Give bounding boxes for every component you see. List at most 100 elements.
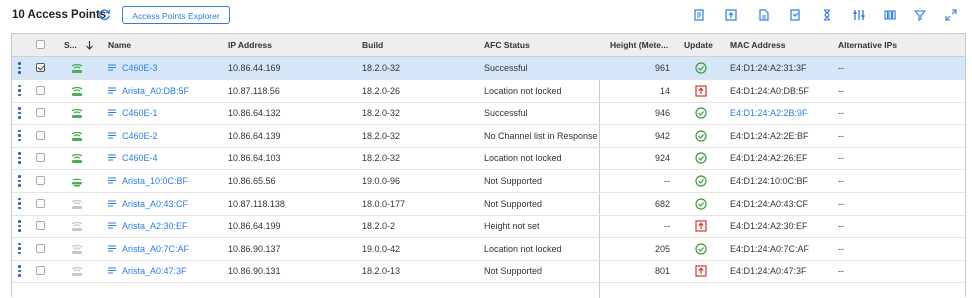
header-height[interactable]: Height (Mete... <box>610 34 668 56</box>
list-icon[interactable] <box>108 64 116 71</box>
table-row[interactable]: C460E-4 10.86.64.103 18.2.0-32 Location not… <box>12 147 965 171</box>
list-icon[interactable] <box>108 87 116 94</box>
ap-name-link[interactable]: Arista_A0:7C:AF <box>122 238 189 260</box>
header-status[interactable]: S... <box>64 34 77 56</box>
build: 18.2.0-32 <box>362 130 401 141</box>
row-menu-icon[interactable] <box>18 220 21 232</box>
table-row[interactable]: Arista_A0:47:3F 10.86.90.131 18.2.0-13 Not … <box>12 260 965 284</box>
row-checkbox[interactable] <box>36 63 45 72</box>
header-alt-ips[interactable]: Alternative IPs <box>838 34 897 56</box>
row-menu-icon[interactable] <box>18 197 21 210</box>
list-icon[interactable] <box>108 267 116 274</box>
list-icon[interactable] <box>108 200 116 207</box>
list-icon[interactable] <box>108 222 116 229</box>
mac-address: E4:D1:24:A2:26:EF <box>730 153 808 164</box>
upload-icon[interactable] <box>724 8 738 22</box>
header-ip[interactable]: IP Address <box>228 34 272 56</box>
list-icon[interactable] <box>108 109 116 116</box>
row-menu-icon[interactable] <box>18 152 21 164</box>
height: 14 <box>659 85 670 96</box>
ap-name-link[interactable]: Arista_A0:DB:5F <box>122 80 189 102</box>
row-checkbox[interactable] <box>36 130 45 140</box>
table-row[interactable]: Arista_A2:30:EF 10.86.64.199 18.2.0-2 Heigh… <box>12 215 965 239</box>
row-checkbox[interactable] <box>36 221 45 231</box>
upgrade-available-icon[interactable] <box>695 84 707 97</box>
list-icon[interactable] <box>108 132 116 139</box>
height: 961 <box>654 63 670 73</box>
ap-name-link[interactable]: C460E-2 <box>122 125 158 147</box>
up-to-date-icon <box>695 62 707 74</box>
mac-address: E4:D1:24:A2:2E:BF <box>730 130 809 141</box>
row-menu-icon[interactable] <box>18 107 21 119</box>
ap-name-link[interactable]: Arista_A0:47:3F <box>122 260 187 282</box>
alternative-ips: -- <box>838 176 844 186</box>
expand-icon[interactable] <box>944 8 958 22</box>
table-row[interactable]: Arista_A0:7C:AF 10.86.90.137 19.0.0-42 Loca… <box>12 238 965 261</box>
table-row[interactable]: C460E-1 10.86.64.132 18.2.0-32 Successful 94… <box>12 102 965 126</box>
top-bar: 10 Access Points Access Points Explorer <box>0 0 972 30</box>
row-menu-icon[interactable] <box>18 129 21 142</box>
row-menu-icon[interactable] <box>18 175 21 187</box>
up-to-date-icon <box>695 107 707 119</box>
afc-status: Not Supported <box>484 176 543 186</box>
up-to-date-icon <box>695 243 707 255</box>
select-all-checkbox[interactable] <box>36 40 45 49</box>
ap-name-link[interactable]: Arista_A0:43:CF <box>122 193 188 215</box>
alternative-ips: -- <box>838 266 844 277</box>
table-row[interactable]: C460E-3 10.86.44.169 18.2.0-32 Successful 96… <box>12 57 965 80</box>
access-points-explorer-button[interactable]: Access Points Explorer <box>122 6 230 24</box>
table-row[interactable]: C460E-2 10.86.64.139 18.2.0-32 No Channel l… <box>12 125 965 148</box>
ap-name-link[interactable]: C460E-4 <box>122 147 158 169</box>
hourglass-icon[interactable] <box>820 8 834 22</box>
row-checkbox[interactable] <box>36 266 45 276</box>
row-checkbox[interactable] <box>36 85 45 95</box>
document-icon[interactable] <box>757 8 771 22</box>
row-menu-icon[interactable] <box>18 62 21 74</box>
access-point-status-icon <box>71 199 83 209</box>
height: 682 <box>654 198 670 209</box>
row-checkbox[interactable] <box>36 176 45 185</box>
row-checkbox[interactable] <box>36 108 45 118</box>
export-icon[interactable] <box>692 8 706 22</box>
header-name[interactable]: Name <box>108 34 131 56</box>
list-icon[interactable] <box>108 154 116 161</box>
column-settings-icon[interactable] <box>852 8 866 22</box>
access-point-status-icon <box>71 63 83 73</box>
row-menu-icon[interactable] <box>18 84 21 97</box>
table-row[interactable]: Arista_A0:43:CF 10.87.118.138 18.0.0-177 No… <box>12 193 965 216</box>
row-checkbox[interactable] <box>36 198 45 208</box>
upgrade-available-icon[interactable] <box>695 220 707 232</box>
afc-status: Location not locked <box>484 243 562 254</box>
table-row[interactable]: Arista_10:0C:BF 10.86.65.56 19.0.0-96 Not S… <box>12 170 965 193</box>
sort-down-icon[interactable] <box>85 40 94 50</box>
upgrade-available-icon[interactable] <box>695 265 707 277</box>
row-menu-icon[interactable] <box>18 265 21 277</box>
edit-document-icon[interactable] <box>788 8 802 22</box>
ap-name-link[interactable]: C460E-1 <box>122 102 158 124</box>
mac-address: E4:D1:24:A0:DB:5F <box>730 85 810 96</box>
ap-name-link[interactable]: Arista_A2:30:EF <box>122 215 188 237</box>
build: 19.0.0-96 <box>362 176 401 186</box>
header-update[interactable]: Update <box>684 34 713 56</box>
row-checkbox[interactable] <box>36 243 45 253</box>
list-icon[interactable] <box>108 245 116 252</box>
ip-address: 10.86.64.103 <box>228 153 281 164</box>
ap-name-link[interactable]: C460E-3 <box>122 57 158 79</box>
access-points-table: S... Name IP Address Build AFC Status He… <box>11 33 966 298</box>
header-afc-status[interactable]: AFC Status <box>484 34 530 56</box>
header-mac[interactable]: MAC Address <box>730 34 785 56</box>
build: 18.2.0-32 <box>362 153 401 164</box>
filter-icon[interactable] <box>913 8 927 22</box>
refresh-icon[interactable] <box>98 8 111 21</box>
header-build[interactable]: Build <box>362 34 383 56</box>
ap-name-link[interactable]: Arista_10:0C:BF <box>122 170 188 192</box>
list-icon[interactable] <box>108 177 116 184</box>
mac-address[interactable]: E4:D1:24:A2:2B:9F <box>730 102 808 124</box>
columns-icon[interactable] <box>883 8 897 22</box>
build: 18.2.0-26 <box>362 85 401 96</box>
row-checkbox[interactable] <box>36 153 45 163</box>
table-row[interactable]: Arista_A0:DB:5F 10.87.118.56 18.2.0-26 Loca… <box>12 80 965 103</box>
row-menu-icon[interactable] <box>18 242 21 255</box>
mac-address: E4:D1:24:A0:47:3F <box>730 266 807 277</box>
up-to-date-icon <box>695 130 707 142</box>
